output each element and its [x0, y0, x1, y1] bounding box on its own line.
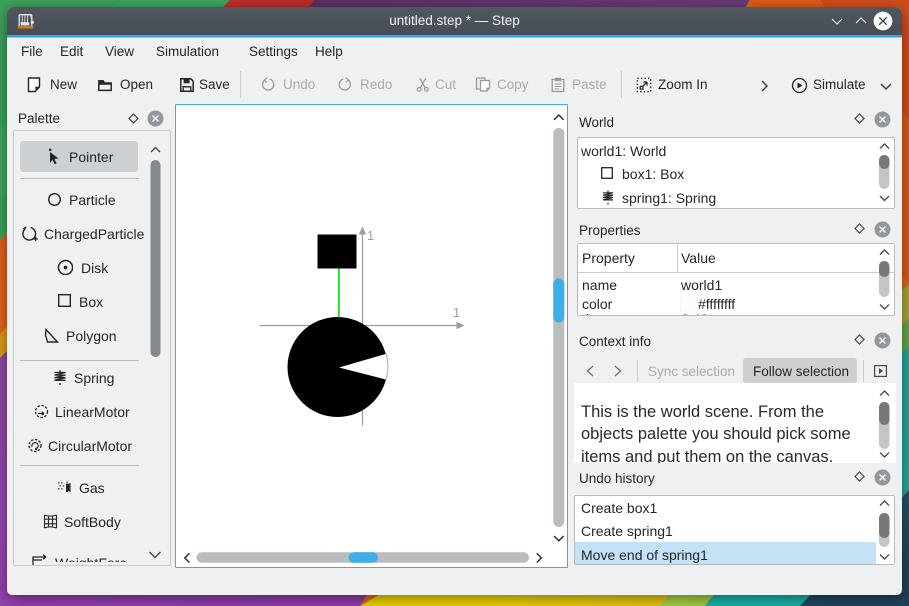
svg-text:1: 1	[367, 228, 374, 243]
svg-text:1: 1	[453, 305, 460, 320]
